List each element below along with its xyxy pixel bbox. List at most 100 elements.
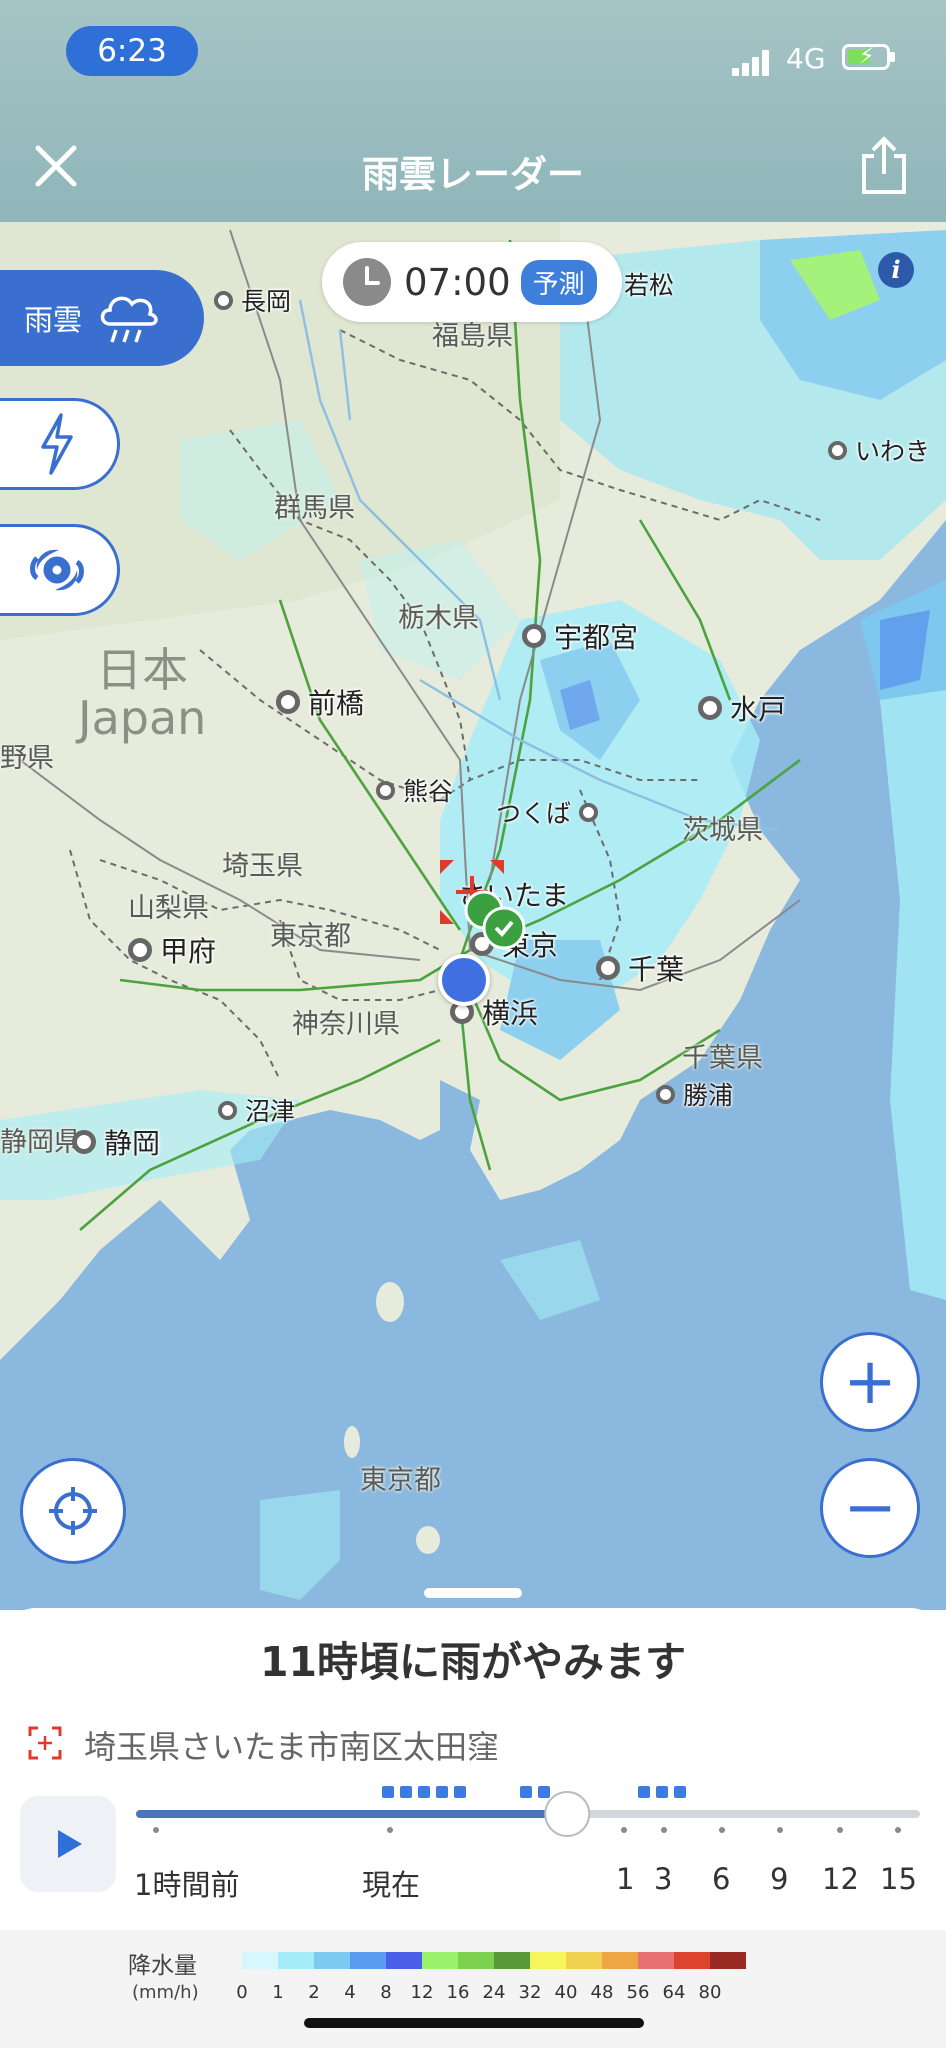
info-icon[interactable]: i — [878, 252, 914, 288]
layer-lightning-button[interactable] — [0, 398, 120, 490]
current-location-dot — [438, 954, 490, 1006]
city-kofu[interactable]: 甲府 — [128, 930, 216, 970]
pref-yamanashi: 山梨県 — [128, 893, 209, 924]
rain-cloud-icon — [100, 296, 158, 343]
city-katsuura[interactable]: 勝浦 — [656, 1076, 733, 1112]
legend-swatch — [710, 1952, 746, 1969]
green-pin-icon — [464, 890, 526, 950]
legend-swatch — [566, 1952, 602, 1969]
city-label: つくば — [496, 799, 572, 828]
city-kumagaya[interactable]: 熊谷 — [376, 772, 453, 808]
city-label: 静岡 — [104, 1127, 161, 1160]
radar-map[interactable]: 福島県 群馬県 栃木県 野県 茨城県 埼玉県 山梨県 東京都 神奈川県 千葉県 … — [0, 222, 946, 1610]
city-marker — [218, 1100, 237, 1120]
legend-value: 80 — [698, 1982, 722, 2003]
legend-value: 4 — [344, 1982, 356, 2003]
city-label: 水戸 — [730, 693, 787, 726]
plus-icon: + — [843, 1345, 897, 1419]
city-marker — [128, 938, 152, 962]
legend-value: 12 — [410, 1982, 434, 2003]
pref-nagano: 野県 — [0, 743, 54, 774]
timeline-label: 6 — [712, 1862, 731, 1896]
slider-fill — [136, 1810, 568, 1818]
timeline-label: 15 — [880, 1862, 917, 1896]
legend-value: 0 — [236, 1982, 248, 2003]
city-marker — [214, 290, 233, 310]
legend-swatch — [350, 1952, 386, 1969]
city-label: 前橋 — [308, 687, 365, 720]
pref-kanagawa: 神奈川県 — [292, 1009, 400, 1040]
timeline-label: 9 — [770, 1862, 789, 1896]
city-marker — [656, 1084, 675, 1104]
target-location-small-icon — [28, 1726, 62, 1760]
pref-gunma: 群馬県 — [274, 493, 355, 524]
network-type: 4G — [786, 42, 826, 75]
layer-rain-label: 雨雲 — [24, 303, 83, 337]
city-marker — [596, 956, 620, 980]
header-bar: 6:23 4G ⚡ 雨雲レーダー — [0, 0, 946, 222]
page-title: 雨雲レーダー — [362, 153, 584, 196]
timeline-label: 12 — [822, 1862, 859, 1896]
legend-value: 24 — [482, 1982, 506, 2003]
legend-swatch — [530, 1952, 566, 1969]
legend-value: 16 — [446, 1982, 470, 2003]
city-iwaki[interactable]: いわき — [828, 432, 930, 468]
pref-tokyo: 東京都 — [270, 921, 351, 952]
layer-typhoon-button[interactable] — [0, 524, 120, 616]
legend-title: 降水量 — [128, 1953, 197, 1979]
pref-shizuoka: 静岡県 — [0, 1127, 81, 1158]
city-marker — [579, 802, 599, 822]
city-tsukuba[interactable]: つくば — [496, 794, 606, 830]
battery-icon: ⚡ — [842, 44, 890, 70]
city-nagaoka[interactable]: 長岡 — [214, 282, 291, 318]
city-wakamatsu[interactable]: 若松 — [624, 266, 674, 302]
legend-swatch — [314, 1952, 350, 1969]
location-address: 埼玉県さいたま市南区太田窪 — [84, 1728, 500, 1766]
city-label: 熊谷 — [403, 777, 454, 806]
pref-saitama: 埼玉県 — [222, 851, 303, 882]
pref-tochigi: 栃木県 — [398, 603, 479, 634]
legend-value: 64 — [662, 1982, 686, 2003]
signal-strength-icon — [732, 46, 772, 76]
city-label: 沼津 — [245, 1097, 296, 1126]
pref-ibaraki: 茨城県 — [682, 815, 763, 846]
zoom-out-button[interactable]: − — [820, 1458, 920, 1558]
city-shizuoka[interactable]: 静岡 — [72, 1122, 160, 1162]
locate-me-button[interactable] — [20, 1458, 126, 1564]
chip-time: 07:00 — [404, 260, 511, 304]
city-utsunomiya[interactable]: 宇都宮 — [522, 616, 638, 656]
city-marker — [522, 624, 546, 648]
city-label: 勝浦 — [683, 1081, 734, 1110]
legend-color-scale — [242, 1952, 746, 1969]
timeline-label: 現在 — [362, 1868, 421, 1902]
legend-values: 0 1 2 4 8 12 16 24 32 40 48 56 64 80 — [0, 1982, 946, 2006]
sheet-grabber[interactable] — [424, 1588, 522, 1598]
layer-rain-button[interactable]: 雨雲 — [0, 270, 204, 366]
legend-swatch — [422, 1952, 458, 1969]
battery-cap — [890, 52, 895, 62]
legend-swatch — [638, 1952, 674, 1969]
city-marker — [828, 440, 847, 460]
city-numazu[interactable]: 沼津 — [218, 1092, 295, 1128]
typhoon-icon — [30, 549, 84, 591]
slider-thumb[interactable] — [544, 1791, 591, 1837]
city-mito[interactable]: 水戸 — [698, 688, 786, 728]
zoom-in-button[interactable]: + — [820, 1332, 920, 1432]
clock-icon — [343, 258, 391, 306]
share-icon[interactable] — [858, 136, 910, 196]
time-chip[interactable]: 07:00 予測 — [322, 242, 622, 322]
city-label: 千葉 — [628, 953, 685, 986]
crosshair-icon — [49, 1487, 97, 1535]
city-label: 甲府 — [160, 935, 217, 968]
city-chiba[interactable]: 千葉 — [596, 948, 684, 988]
minus-icon: − — [843, 1471, 897, 1545]
timeline-label: 1時間前 — [134, 1868, 240, 1902]
rain-blocks — [382, 1786, 686, 1798]
legend-swatch — [242, 1952, 278, 1969]
legend-swatch — [278, 1952, 314, 1969]
city-maebashi[interactable]: 前橋 — [276, 682, 364, 722]
city-label: 横浜 — [482, 997, 539, 1030]
legend-value: 8 — [380, 1982, 392, 2003]
home-indicator[interactable] — [304, 2018, 644, 2028]
timeline-label: 1 — [616, 1862, 635, 1896]
